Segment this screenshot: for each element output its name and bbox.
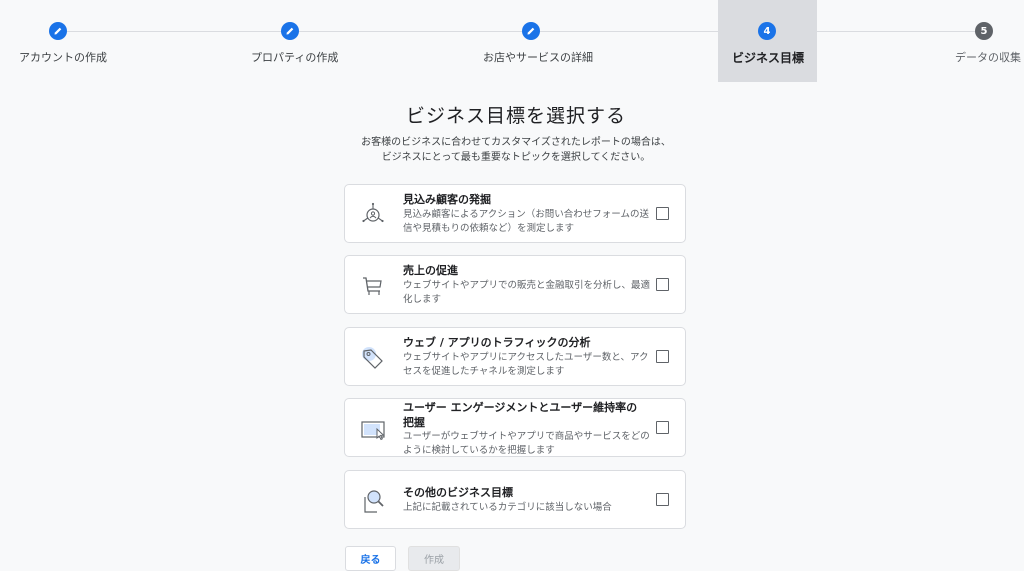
goal-checkbox[interactable] bbox=[656, 350, 669, 363]
step-label: ビジネス目標 bbox=[732, 51, 805, 65]
goal-description: 見込み顧客によるアクション（お問い合わせフォームの送信や見積もりの依頼など）を測… bbox=[403, 209, 649, 234]
shopping-cart-icon bbox=[359, 272, 387, 300]
step-number: 4 bbox=[758, 22, 776, 40]
goal-title: その他のビジネス目標 bbox=[403, 486, 513, 499]
step-property[interactable]: プロパティの作成 bbox=[232, 0, 348, 82]
goal-checkbox[interactable] bbox=[656, 493, 669, 506]
pencil-icon bbox=[522, 22, 540, 40]
goal-checkbox[interactable] bbox=[656, 207, 669, 220]
page-description: お客様のビジネスに合わせてカスタマイズされたレポートの場合は、 ビジネスにとって… bbox=[0, 135, 1024, 165]
goal-title: ユーザー エンゲージメントとユーザー維持率の把握 bbox=[403, 401, 638, 429]
goal-card-leads[interactable]: 見込み顧客の発掘 見込み顧客によるアクション（お問い合わせフォームの送信や見積も… bbox=[344, 184, 686, 243]
step-label: アカウントの作成 bbox=[19, 51, 107, 64]
description-line: お客様のビジネスに合わせてカスタマイズされたレポートの場合は、 bbox=[361, 137, 671, 148]
goal-description: ユーザーがウェブサイトやアプリで商品やサービスをどのように検討しているかを把握し… bbox=[403, 431, 650, 456]
goal-description: ウェブサイトやアプリにアクセスしたユーザー数と、アクセスを促進したチャネルを測定… bbox=[403, 352, 649, 377]
goal-description: ウェブサイトやアプリでの販売と金融取引を分析し、最適化します bbox=[403, 280, 651, 305]
create-button[interactable]: 作成 bbox=[408, 546, 460, 571]
magnifier-document-icon bbox=[359, 487, 387, 515]
step-business-goals[interactable]: 4 ビジネス目標 bbox=[718, 0, 817, 82]
goal-card-other[interactable]: その他のビジネス目標 上記に記載されているカテゴリに該当しない場合 bbox=[344, 470, 686, 529]
step-label: プロパティの作成 bbox=[251, 51, 339, 64]
goal-title: ウェブ / アプリのトラフィックの分析 bbox=[403, 336, 591, 349]
goal-title: 見込み顧客の発掘 bbox=[403, 193, 491, 206]
step-data-collection[interactable]: 5 データの収集 bbox=[944, 0, 1024, 82]
page-title: ビジネス目標を選択する bbox=[405, 105, 626, 127]
step-label: データの収集 bbox=[955, 51, 1021, 64]
back-button[interactable]: 戻る bbox=[345, 546, 396, 571]
price-tag-icon bbox=[359, 344, 387, 372]
pencil-icon bbox=[49, 22, 67, 40]
goal-checkbox[interactable] bbox=[656, 278, 669, 291]
step-account[interactable]: アカウントの作成 bbox=[0, 0, 116, 82]
goal-description: 上記に記載されているカテゴリに該当しない場合 bbox=[403, 502, 612, 513]
goal-title: 売上の促進 bbox=[403, 264, 458, 277]
pencil-icon bbox=[281, 22, 299, 40]
description-line: ビジネスにとって最も重要なトピックを選択してください。 bbox=[381, 152, 651, 163]
step-number: 5 bbox=[975, 22, 993, 40]
goal-card-traffic[interactable]: ウェブ / アプリのトラフィックの分析 ウェブサイトやアプリにアクセスしたユーザ… bbox=[344, 327, 686, 386]
screen-cursor-icon bbox=[359, 415, 387, 443]
goal-checkbox[interactable] bbox=[656, 421, 669, 434]
step-business-details[interactable]: お店やサービスの詳細 bbox=[472, 0, 593, 82]
progress-stepper: アカウントの作成 プロパティの作成 お店やサービスの詳細 4 ビジネス目標 5 … bbox=[0, 0, 1024, 82]
goal-card-sales[interactable]: 売上の促進 ウェブサイトやアプリでの販売と金融取引を分析し、最適化します bbox=[344, 255, 686, 314]
goal-card-engagement[interactable]: ユーザー エンゲージメントとユーザー維持率の把握 ユーザーがウェブサイトやアプリ… bbox=[344, 398, 686, 457]
step-label: お店やサービスの詳細 bbox=[483, 51, 593, 64]
lead-target-icon bbox=[359, 201, 387, 229]
